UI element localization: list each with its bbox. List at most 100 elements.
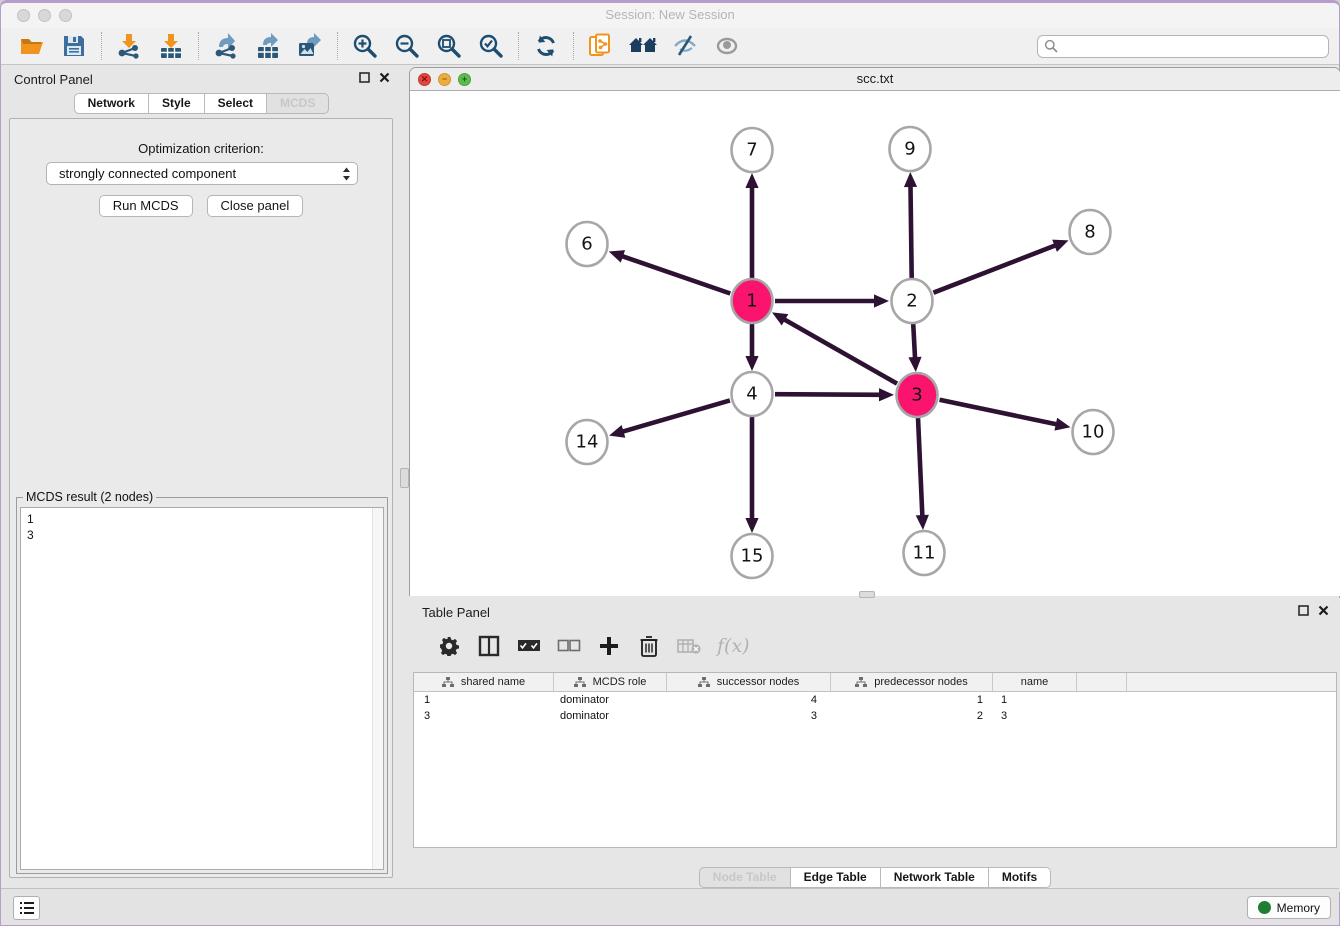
arrowhead-icon bbox=[1052, 240, 1068, 252]
task-history-button[interactable] bbox=[13, 896, 40, 920]
zoom-selected-icon[interactable] bbox=[476, 31, 506, 61]
zoom-out-icon[interactable] bbox=[392, 31, 422, 61]
table-row[interactable]: 3dominator323 bbox=[414, 708, 1336, 724]
edge-3-11[interactable] bbox=[916, 418, 929, 530]
arrowhead-icon bbox=[879, 388, 894, 401]
graph-node-11[interactable]: 11 bbox=[904, 531, 945, 575]
table-cell[interactable]: 3 bbox=[993, 708, 1077, 724]
result-scrollbar[interactable] bbox=[372, 508, 383, 869]
tab-network[interactable]: Network bbox=[74, 93, 149, 114]
close-panel-button[interactable]: Close panel bbox=[207, 195, 304, 217]
save-session-icon[interactable] bbox=[59, 31, 89, 61]
svg-text:15: 15 bbox=[741, 546, 764, 567]
column-header-shared-name[interactable]: shared name bbox=[414, 673, 554, 691]
zoom-fit-icon[interactable] bbox=[434, 31, 464, 61]
column-header-predecessor-nodes[interactable]: predecessor nodes bbox=[831, 673, 993, 691]
network-view-window: ✕ − + scc.txt 7 9 6 8 1 2 4 3 14 10 15 11 bbox=[409, 67, 1340, 596]
table-cell[interactable]: 1 bbox=[831, 692, 993, 708]
edge-4-14[interactable] bbox=[609, 400, 730, 437]
criterion-select[interactable]: strongly connected component bbox=[46, 162, 358, 185]
tab-mcds[interactable]: MCDS bbox=[267, 93, 329, 114]
export-network-icon[interactable] bbox=[211, 31, 241, 61]
edge-2-9[interactable] bbox=[904, 172, 917, 278]
tab-edge-table[interactable]: Edge Table bbox=[791, 867, 881, 888]
close-table-panel-icon[interactable] bbox=[1318, 605, 1329, 616]
tab-node-table[interactable]: Node Table bbox=[699, 867, 791, 888]
import-network-icon[interactable] bbox=[114, 31, 144, 61]
column-header-MCDS-role[interactable]: MCDS role bbox=[554, 673, 667, 691]
column-header-successor-nodes[interactable]: successor nodes bbox=[667, 673, 831, 691]
edge-1-6[interactable] bbox=[609, 250, 731, 293]
graph-node-1[interactable]: 1 bbox=[732, 279, 773, 323]
select-all-icon[interactable] bbox=[514, 631, 544, 661]
table-cell[interactable]: 4 bbox=[667, 692, 831, 708]
svg-text:6: 6 bbox=[581, 234, 592, 255]
edge-4-15[interactable] bbox=[745, 417, 758, 533]
export-table-icon[interactable] bbox=[253, 31, 283, 61]
graph-node-2[interactable]: 2 bbox=[892, 279, 933, 323]
toolbar-separator bbox=[573, 32, 574, 60]
search-field[interactable] bbox=[1037, 35, 1329, 58]
edge-2-3[interactable] bbox=[908, 324, 921, 372]
graph-node-10[interactable]: 10 bbox=[1073, 410, 1114, 454]
float-table-panel-icon[interactable] bbox=[1298, 605, 1309, 616]
arrowhead-icon bbox=[745, 173, 758, 188]
graph-node-8[interactable]: 8 bbox=[1070, 210, 1111, 254]
add-column-icon[interactable] bbox=[594, 631, 624, 661]
graph-node-4[interactable]: 4 bbox=[732, 372, 773, 416]
split-divider-grip[interactable] bbox=[400, 468, 409, 488]
float-panel-icon[interactable] bbox=[359, 72, 370, 83]
export-image-icon[interactable] bbox=[295, 31, 325, 61]
table-cell[interactable]: 1 bbox=[993, 692, 1077, 708]
table-panel: Table Panel f(x) shared bbox=[409, 598, 1340, 892]
graph-node-9[interactable]: 9 bbox=[890, 127, 931, 171]
table-cell[interactable]: dominator bbox=[554, 692, 667, 708]
import-table-icon[interactable] bbox=[156, 31, 186, 61]
tab-select[interactable]: Select bbox=[205, 93, 267, 114]
node-table[interactable]: shared nameMCDS rolesuccessor nodesprede… bbox=[413, 672, 1337, 848]
column-icon[interactable] bbox=[474, 631, 504, 661]
network-canvas-svg[interactable]: 7 9 6 8 1 2 4 3 14 10 15 11 bbox=[410, 92, 1340, 596]
edge-4-3[interactable] bbox=[775, 388, 894, 401]
open-session-icon[interactable] bbox=[17, 31, 47, 61]
refresh-layout-icon[interactable] bbox=[531, 31, 561, 61]
network-table-divider-grip[interactable] bbox=[859, 591, 875, 598]
graph-node-7[interactable]: 7 bbox=[732, 128, 773, 172]
edge-2-8[interactable] bbox=[933, 240, 1068, 293]
clone-network-icon[interactable] bbox=[586, 31, 616, 61]
tab-style[interactable]: Style bbox=[149, 93, 205, 114]
column-header-name[interactable]: name bbox=[993, 673, 1077, 691]
table-cell[interactable]: 3 bbox=[414, 708, 554, 724]
memory-status-icon bbox=[1258, 901, 1271, 914]
close-panel-icon[interactable] bbox=[379, 72, 390, 83]
run-mcds-button[interactable]: Run MCDS bbox=[99, 195, 193, 217]
edge-1-2[interactable] bbox=[775, 294, 889, 307]
table-cell[interactable]: dominator bbox=[554, 708, 667, 724]
edge-3-1[interactable] bbox=[772, 312, 897, 383]
tab-motifs[interactable]: Motifs bbox=[989, 867, 1051, 888]
edge-3-10[interactable] bbox=[940, 400, 1071, 431]
tab-network-table[interactable]: Network Table bbox=[881, 867, 989, 888]
memory-button[interactable]: Memory bbox=[1247, 896, 1331, 919]
edge-1-4[interactable] bbox=[745, 324, 758, 371]
edge-1-7[interactable] bbox=[745, 173, 758, 278]
table-cell[interactable]: 1 bbox=[414, 692, 554, 708]
search-input[interactable] bbox=[1062, 39, 1322, 53]
svg-text:11: 11 bbox=[913, 543, 936, 564]
graph-node-15[interactable]: 15 bbox=[732, 534, 773, 578]
delete-column-icon[interactable] bbox=[634, 631, 664, 661]
table-cell[interactable]: 2 bbox=[831, 708, 993, 724]
deselect-all-icon[interactable] bbox=[554, 631, 584, 661]
mcds-result-area[interactable]: 1 3 bbox=[20, 507, 384, 870]
gear-icon[interactable] bbox=[434, 631, 464, 661]
graph-node-6[interactable]: 6 bbox=[567, 222, 608, 266]
graph-node-3[interactable]: 3 bbox=[897, 373, 938, 417]
svg-text:2: 2 bbox=[906, 291, 917, 312]
table-row[interactable]: 1dominator411 bbox=[414, 692, 1336, 708]
table-cell[interactable]: 3 bbox=[667, 708, 831, 724]
home-neighbors-icon[interactable] bbox=[628, 31, 658, 61]
hide-selected-icon[interactable] bbox=[670, 31, 700, 61]
zoom-in-icon[interactable] bbox=[350, 31, 380, 61]
network-title-bar[interactable]: ✕ − + scc.txt bbox=[410, 68, 1340, 91]
graph-node-14[interactable]: 14 bbox=[567, 420, 608, 464]
